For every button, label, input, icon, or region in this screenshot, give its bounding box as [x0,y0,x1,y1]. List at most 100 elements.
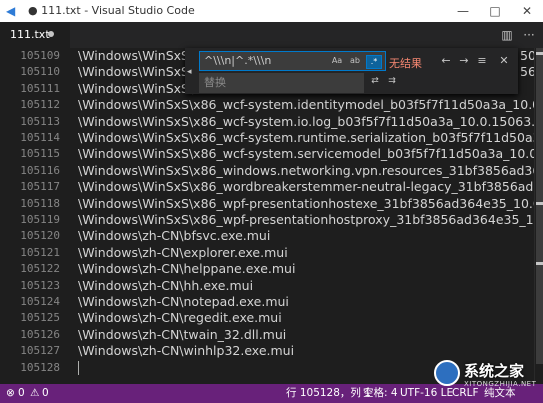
line-text[interactable]: \Windows\WinSxS\x86_wpf-presentationhost… [78,196,534,212]
line-text-fragment: 56 [520,64,534,80]
line-text[interactable]: \Windows\zh-CN\explorer.exe.mui [78,245,288,261]
code-line[interactable]: 105115 \Windows\WinSxS\x86_wcf-system.ser… [0,146,534,162]
watermark-logo-icon [434,360,460,386]
line-number: 105109 [20,49,60,62]
cursor-position[interactable]: 行 105128，列 1 [286,387,371,400]
line-text[interactable]: \Windows\WinSxS\ [78,64,193,80]
previous-match-icon[interactable]: ← [439,54,453,68]
code-line[interactable]: 105119 \Windows\WinSxS\x86_wpf-presentati… [0,212,534,228]
line-text[interactable]: \Windows\zh-CN\helppane.exe.mui [78,261,295,277]
scrollbar-thumb[interactable] [536,48,543,364]
line-text[interactable]: \Windows\zh-CN\regedit.exe.mui [78,310,282,326]
line-text[interactable]: \Windows\WinSxS\x86_wcf-system.identitym… [78,97,534,113]
find-input[interactable]: ^\\\n|^.*\\\n Aa ab .* [199,51,386,71]
vertical-scrollbar[interactable] [534,48,543,384]
site-watermark: 系统之家 XITONGZHIJIA.NET [434,352,538,398]
minimize-button[interactable]: — [447,0,479,22]
line-number: 105116 [20,163,60,177]
line-text[interactable]: \Windows\WinSxS\x86_wpf-presentationhost… [78,212,534,228]
line-number: 105112 [20,98,60,112]
line-number: 105113 [20,114,60,128]
code-line[interactable]: 105126 \Windows\zh-CN\twain_32.dll.mui [0,327,534,343]
line-number: 105117 [20,180,60,194]
errors-icon[interactable]: ⊗ [6,387,15,400]
line-text-fragment: 50 [520,48,534,63]
line-text[interactable]: \Windows\WinSxS\ [78,48,193,64]
line-text[interactable]: \Windows\zh-CN\hh.exe.mui [78,278,253,294]
unsaved-dot-icon[interactable] [48,31,54,37]
line-text[interactable]: \Windows\WinSxS\x86_wcf-system.servicemo… [78,146,534,162]
code-line[interactable]: 105121 \Windows\zh-CN\explorer.exe.mui [0,245,534,261]
watermark-text: 系统之家 [464,362,525,380]
code-line[interactable]: 105117 \Windows\WinSxS\x86_wordbreakerste… [0,179,534,195]
find-replace-widget: ◂ ^\\\n|^.*\\\n Aa ab .* 无结果 ← → ≡ ✕ 替换 … [185,48,518,94]
line-number: 105118 [20,196,60,210]
line-text[interactable]: \Windows\zh-CN\bfsvc.exe.mui [78,228,270,244]
code-line[interactable]: 105125 \Windows\zh-CN\regedit.exe.mui [0,310,534,326]
warnings-count[interactable]: 0 [42,387,49,400]
line-text[interactable]: \Windows\WinSxS\ [78,81,193,97]
scrollbar-marker [536,262,543,265]
find-in-selection-icon[interactable]: ≡ [475,54,489,68]
replace-icon[interactable]: ⇄ [368,74,382,88]
code-line[interactable]: 105122 \Windows\zh-CN\helppane.exe.mui [0,261,534,277]
find-input-value: ^\\\n|^.*\\\n [204,54,272,67]
line-number: 105115 [20,147,60,161]
text-cursor [78,360,79,375]
line-text[interactable]: \Windows\WinSxS\x86_windows.networking.v… [78,163,534,179]
title-bar: ◀ ● 111.txt - Visual Studio Code — □ ✕ [0,0,543,22]
scrollbar-marker [536,52,543,55]
maximize-button[interactable]: □ [479,0,511,22]
close-window-button[interactable]: ✕ [511,0,543,22]
code-line[interactable]: 105124 \Windows\zh-CN\notepad.exe.mui [0,294,534,310]
close-find-icon[interactable]: ✕ [497,54,511,68]
next-match-icon[interactable]: → [457,54,471,68]
watermark-url: XITONGZHIJIA.NET [464,380,537,388]
line-number: 105114 [20,131,60,144]
split-editor-icon[interactable]: ▥ [499,27,515,43]
line-number: 105125 [20,311,60,325]
indentation-setting[interactable]: 空格: 4 [363,387,398,400]
line-number: 105110 [20,65,60,79]
tab-label: 111.txt [10,28,50,41]
line-number: 105126 [20,327,60,341]
line-number: 105127 [20,344,60,358]
line-text[interactable]: \Windows\zh-CN\winhlp32.exe.mui [78,343,294,359]
regex-toggle[interactable]: .* [366,55,382,69]
scrollbar-marker [536,202,543,205]
more-actions-icon[interactable]: ··· [521,27,537,43]
match-case-toggle[interactable]: Aa [330,55,344,67]
replace-input[interactable]: 替换 [199,73,364,93]
code-line[interactable]: 105112 \Windows\WinSxS\x86_wcf-system.ide… [0,97,534,113]
line-number: 105121 [20,245,60,259]
editor-area[interactable]: 105109 \Windows\WinSxS\ 105110 \Windows\Win… [0,48,534,384]
errors-count[interactable]: 0 [18,387,25,400]
line-text[interactable]: \Windows\zh-CN\notepad.exe.mui [78,294,289,310]
vscode-logo-icon: ◀ [6,4,16,18]
code-line[interactable]: 105116 \Windows\WinSxS\x86_windows.networ… [0,163,534,179]
replace-all-icon[interactable]: ⇉ [385,74,399,88]
code-line[interactable]: 105118 \Windows\WinSxS\x86_wpf-presentati… [0,196,534,212]
warnings-icon[interactable]: ⚠ [30,387,39,400]
tab-bar: 111.txt ▥ ··· [0,22,543,48]
line-text[interactable]: \Windows\WinSxS\x86_wcf-system.io.log_b0… [78,114,534,130]
code-line[interactable]: 105120 \Windows\zh-CN\bfsvc.exe.mui [0,228,534,244]
code-line[interactable]: 105114 \Windows\WinSxS\x86_wcf-system.run… [0,130,534,146]
toggle-replace-chevron-icon[interactable]: ◂ [187,66,197,78]
window-title: ● 111.txt - Visual Studio Code [28,4,195,17]
line-number: 105122 [20,262,60,276]
code-line[interactable]: 105123 \Windows\zh-CN\hh.exe.mui [0,278,534,294]
code-line[interactable]: 105113 \Windows\WinSxS\x86_wcf-system.io.… [0,114,534,130]
line-number: 105119 [20,213,60,226]
tab-111-txt[interactable]: 111.txt [0,22,70,48]
line-number: 105120 [20,229,60,243]
line-number: 105128 [20,360,60,374]
line-text[interactable]: \Windows\zh-CN\twain_32.dll.mui [78,327,286,343]
line-number: 105124 [20,295,60,308]
find-results-count: 无结果 [389,57,422,70]
line-text[interactable]: \Windows\WinSxS\x86_wcf-system.runtime.s… [78,130,534,146]
line-text[interactable]: \Windows\WinSxS\x86_wordbreakerstemmer-n… [78,179,534,195]
line-number: 105111 [20,81,60,95]
whole-word-toggle[interactable]: ab [348,55,362,67]
replace-placeholder: 替换 [204,76,226,89]
